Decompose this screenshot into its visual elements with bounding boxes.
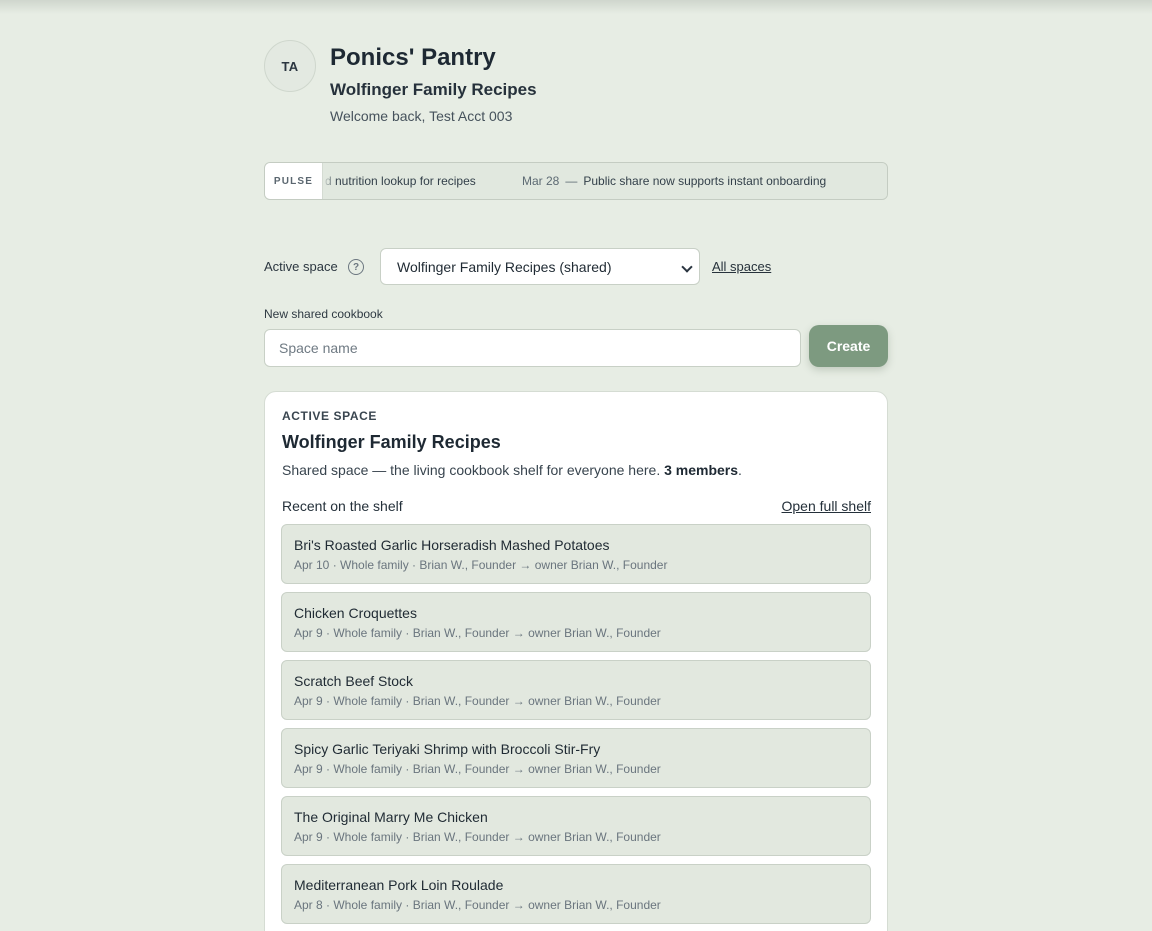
card-description-text: Shared space — the living cookbook shelf…	[282, 462, 661, 478]
recipe-meta: Apr 8 · Whole family · Brian W., Founder…	[294, 898, 661, 912]
recipe-title: Scratch Beef Stock	[294, 673, 414, 689]
recent-label: Recent on the shelf	[282, 498, 403, 514]
card-description: Shared space — the living cookbook shelf…	[282, 462, 742, 478]
pulse-item: Mar 28 — Public share now supports instant…	[522, 174, 826, 188]
active-space-label: Active space	[264, 259, 338, 274]
recipe-item[interactable]: Spicy Garlic Teriyaki Shrimp with Brocco…	[281, 728, 871, 788]
active-space-selected-value: Wolfinger Family Recipes (shared)	[397, 258, 612, 275]
recipe-meta: Apr 9 · Whole family · Brian W., Founder…	[294, 762, 661, 776]
pulse-fade-right	[873, 163, 887, 199]
recipe-title: Bri's Roasted Garlic Horseradish Mashed …	[294, 537, 610, 553]
top-shadow	[0, 0, 1152, 14]
space-name-input[interactable]	[264, 329, 801, 367]
new-cookbook-label: New shared cookbook	[264, 307, 383, 321]
member-count: 3 members	[664, 462, 739, 478]
recipe-title: Spicy Garlic Teriyaki Shrimp with Brocco…	[294, 741, 601, 757]
description-period: .	[738, 462, 742, 478]
recipe-meta: Apr 9 · Whole family · Brian W., Founder…	[294, 830, 661, 844]
app-title: Ponics' Pantry	[330, 44, 496, 71]
space-subtitle: Wolfinger Family Recipes	[330, 80, 537, 99]
pulse-ticker: PULSE d nutrition lookup for recipes Mar…	[264, 162, 888, 200]
pulse-item-date: Mar 28	[522, 174, 560, 188]
recipe-meta: Apr 9 · Whole family · Brian W., Founder…	[294, 694, 661, 708]
recipe-meta: Apr 10 · Whole family · Brian W., Founde…	[294, 558, 668, 572]
recipe-title: Chicken Croquettes	[294, 605, 417, 621]
pulse-label: PULSE	[265, 163, 323, 199]
pulse-item-text: d nutrition lookup for recipes	[325, 174, 476, 188]
all-spaces-link[interactable]: All spaces	[712, 259, 771, 274]
pulse-track: d nutrition lookup for recipes Mar 28 — Pu…	[323, 163, 887, 199]
recipe-item[interactable]: Chicken Croquettes Apr 9 · Whole family …	[281, 592, 871, 652]
question-circle-icon[interactable]: ?	[348, 259, 364, 275]
open-full-shelf-link[interactable]: Open full shelf	[782, 498, 872, 514]
recipe-meta: Apr 9 · Whole family · Brian W., Founder…	[294, 626, 661, 640]
recipe-title: The Original Marry Me Chicken	[294, 809, 488, 825]
card-eyebrow: ACTIVE SPACE	[282, 409, 377, 423]
recipe-item[interactable]: Mediterranean Pork Loin Roulade Apr 8 · …	[281, 864, 871, 924]
header: TA Ponics' Pantry Wolfinger Family Recip…	[264, 40, 888, 130]
recipe-item[interactable]: Scratch Beef Stock Apr 9 · Whole family …	[281, 660, 871, 720]
pulse-fade-left	[323, 163, 337, 199]
pulse-item: d nutrition lookup for recipes	[325, 174, 476, 188]
recipe-title: Mediterranean Pork Loin Roulade	[294, 877, 504, 893]
chevron-down-icon	[681, 261, 693, 273]
create-button[interactable]: Create	[809, 325, 888, 367]
card-title: Wolfinger Family Recipes	[282, 432, 501, 452]
recipe-item[interactable]: The Original Marry Me Chicken Apr 9 · Wh…	[281, 796, 871, 856]
pulse-item-text: Public share now supports instant onboar…	[583, 174, 827, 188]
recipe-item[interactable]: Bri's Roasted Garlic Horseradish Mashed …	[281, 524, 871, 584]
active-space-row: Active space ? Wolfinger Family Recipes …	[264, 248, 888, 286]
active-space-select[interactable]: Wolfinger Family Recipes (shared)	[380, 248, 700, 285]
pulse-item-dash: —	[565, 174, 578, 188]
avatar[interactable]: TA	[264, 40, 316, 92]
active-space-card: ACTIVE SPACE Wolfinger Family Recipes Sh…	[264, 391, 888, 931]
welcome-message: Welcome back, Test Acct 003	[330, 108, 513, 124]
